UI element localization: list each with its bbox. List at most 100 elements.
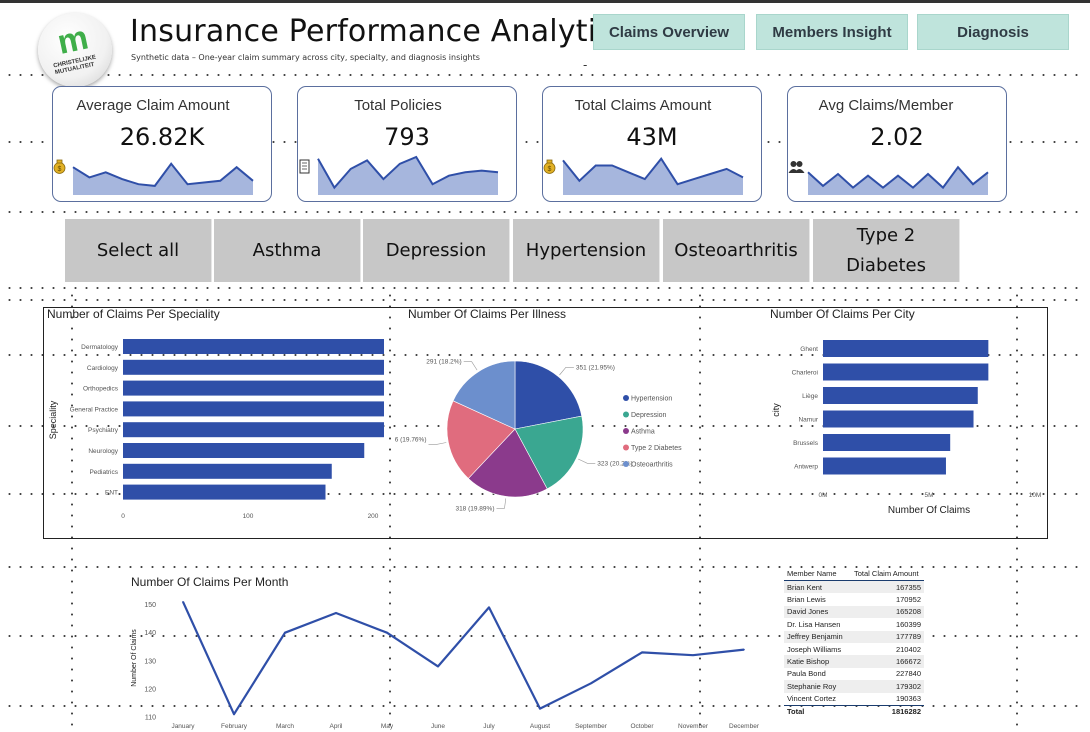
speciality-bar-chart: Dermatology Cardiology Orthopedics General … [48,339,384,520]
kpi-card-average-claim: Average Claim Amount $ 26.82K [52,86,272,202]
member-name-cell: David Jones [787,607,829,617]
kpi-value: 793 [384,123,430,151]
slicer-type-2-diabetes[interactable]: Type 2 Diabetes [813,219,960,282]
legend-marker [623,428,629,434]
x-tick-label: July [483,723,495,730]
category-label: Orthopedics [83,386,119,393]
x-tick-label: January [171,723,195,730]
sparkline-area [73,163,253,195]
month-line-chart: 110 120 130 140 150 January February March April… [131,601,760,730]
line-point [437,665,439,668]
x-tick-label: 5M [924,492,933,499]
kpi-sparkline [72,162,254,195]
grid-dots [4,74,1084,76]
y-tick-label: 150 [144,602,156,609]
slice-leader-line [428,442,447,445]
category-label: Psychiatry [88,427,119,434]
top-border [0,0,1090,3]
company-logo: m CHRISTELIJKE MUTUALITEIT [38,13,112,87]
claim-amount-cell: 165208 [895,607,921,617]
line-point [233,713,235,715]
nav-claims-overview-button[interactable]: Claims Overview [593,14,745,50]
category-label: General Practice [70,406,119,413]
grid-dots [4,287,1084,289]
y-axis-label: city [771,403,781,417]
nav-members-insight-button[interactable]: Members Insight [756,14,908,50]
slicer-asthma[interactable]: Asthma [214,219,361,282]
table-header: Member Name Total Claim Amount [784,566,924,581]
legend-marker [623,411,629,418]
kpi-card-avg-claims-member: Avg Claims/Member 2.02 [787,86,1007,202]
slice-leader-line [578,458,596,464]
line-point [284,631,286,634]
page-subtitle: Synthetic data – One-year claim summary … [131,53,480,62]
slice-leader-line [463,361,478,371]
bar [823,387,978,404]
table-row: Jeffrey Benjamin 177789 [784,630,924,643]
illness-chart-title: Number Of Claims Per Illness [408,307,567,321]
line-point [539,707,541,710]
table-row: Stephanie Roy 179302 [784,680,924,693]
line-point [590,682,592,685]
member-name-cell: Brian Kent [787,582,823,592]
claim-amount-cell: 179302 [895,681,921,691]
x-tick-label: October [630,723,654,730]
claim-amount-cell: 210402 [895,644,921,654]
claim-amount-cell: 177789 [895,632,921,642]
category-label: Pediatrics [89,469,118,476]
table-row: Dr. Lisa Hansen 160399 [784,618,924,630]
slicer-osteoarthritis[interactable]: Osteoarthritis [663,219,810,282]
speciality-chart-title: Number of Claims Per Speciality [47,307,220,321]
legend-label: Osteoarthritis [631,462,673,469]
category-label: Cardiology [87,365,119,372]
bar [123,484,326,500]
member-name-cell: Katie Bishop [787,657,830,667]
category-label: Brussels [793,440,819,447]
column-header-total-claim-amount[interactable]: Total Claim Amount [854,569,924,578]
x-axis-label: Number Of Claims [888,505,970,516]
slicer-hypertension[interactable]: Hypertension [513,219,660,282]
slicer-select-all[interactable]: Select all [65,219,212,282]
kpi-card-total-policies: Total Policies 793 [297,86,517,202]
line-point [386,631,388,634]
slice-leader-line [496,498,507,509]
bar [123,359,384,375]
kpi-sparkline [317,155,499,195]
money-bag-icon: $ [543,97,729,174]
category-label: Dermatology [81,344,119,351]
category-label: Antwerp [794,464,818,471]
member-name-cell: Vincent Cortez [787,694,837,704]
bar [123,401,384,417]
line-point [743,648,745,651]
line-point [488,606,490,609]
legend-label: Hypertension [631,396,672,403]
slice-leader-line [559,366,574,376]
month-chart-title: Number Of Claims Per Month [131,575,289,589]
x-tick-label: 100 [243,513,254,520]
kpi-value: 2.02 [870,123,924,151]
x-tick-label: September [575,723,608,730]
claim-amount-cell: 160399 [895,619,921,629]
slicer-depression[interactable]: Depression [363,219,510,282]
bar [123,463,332,479]
x-tick-label: 200 [368,513,379,520]
kpi-sparkline [807,165,989,195]
y-tick-label: 110 [145,715,156,722]
nav-diagnosis-button[interactable]: Diagnosis [917,14,1069,50]
bar [823,434,951,451]
legend-label: Depression [631,412,667,419]
column-header-member-name[interactable]: Member Name [784,569,854,578]
member-name-cell: Jeffrey Benjamin [787,632,843,642]
category-label: Charleroi [792,370,818,377]
table-body: Brian Kent 167355 Brian Lewis 170952 David… [784,581,924,705]
x-tick-label: 10M [1029,492,1042,499]
slice-data-label: 318 (19.89%) [455,505,494,512]
bar [123,380,384,396]
bar [123,339,384,354]
y-tick-label: 120 [144,686,156,693]
line-point [692,654,694,656]
x-tick-label: November [678,723,709,730]
y-tick-label: 140 [144,630,156,637]
total-label: Total [787,706,805,716]
city-bar-chart: Ghent Charleroi Liège Namur Brussels Antwerp 0… [771,340,1042,516]
